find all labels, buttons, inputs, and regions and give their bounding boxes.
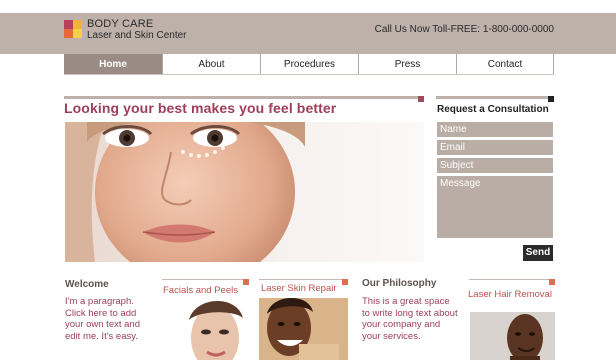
hero-image	[65, 122, 424, 262]
service-divider	[259, 279, 348, 280]
top-strip	[0, 0, 616, 13]
brand-title: BODY CARE	[87, 18, 154, 30]
facials-image[interactable]	[175, 298, 251, 360]
nav-contact[interactable]: Contact	[456, 54, 554, 75]
name-field[interactable]: Name	[437, 122, 553, 137]
welcome-title: Welcome	[65, 279, 109, 290]
main-nav: Home About Procedures Press Contact	[0, 54, 616, 75]
logo-icon[interactable]	[64, 20, 82, 38]
service-title-facials[interactable]: Facials and Peels	[163, 285, 238, 296]
philosophy-title: Our Philosophy	[362, 278, 437, 289]
service-title-laser-hair[interactable]: Laser Hair Removal	[468, 289, 552, 300]
service-title-laser-skin[interactable]: Laser Skin Repair	[261, 283, 337, 294]
brand-name[interactable]: BODY CARE Laser and Skin Center	[87, 18, 187, 42]
laser-hair-image[interactable]	[470, 312, 555, 360]
philosophy-text: This is a great space to write long text…	[362, 296, 458, 342]
service-divider-accent	[549, 279, 555, 285]
hero-divider-accent	[418, 96, 424, 102]
service-divider	[162, 279, 248, 280]
form-divider	[436, 96, 554, 99]
service-divider-accent	[243, 279, 249, 285]
message-field[interactable]: Message	[437, 176, 553, 238]
consultation-title: Request a Consultation	[437, 104, 549, 115]
email-field[interactable]: Email	[437, 140, 553, 155]
nav-divider	[64, 74, 554, 75]
welcome-text: I'm a paragraph. Click here to add your …	[65, 296, 140, 342]
service-divider-accent	[342, 279, 348, 285]
service-divider	[469, 279, 555, 280]
brand-subtitle: Laser and Skin Center	[87, 30, 187, 41]
hero-divider	[64, 96, 424, 99]
hero-title: Looking your best makes you feel better	[64, 100, 337, 116]
form-divider-accent	[548, 96, 554, 102]
nav-home[interactable]: Home	[64, 54, 162, 75]
nav-press[interactable]: Press	[358, 54, 456, 75]
nav-procedures[interactable]: Procedures	[260, 54, 358, 75]
site-header: BODY CARE Laser and Skin Center Call Us …	[0, 13, 616, 54]
send-button[interactable]: Send	[523, 245, 553, 261]
laser-skin-image[interactable]	[259, 298, 348, 360]
nav-about[interactable]: About	[162, 54, 260, 75]
subject-field[interactable]: Subject	[437, 158, 553, 173]
phone-number: Call Us Now Toll-FREE: 1-800-000-0000	[374, 24, 554, 35]
